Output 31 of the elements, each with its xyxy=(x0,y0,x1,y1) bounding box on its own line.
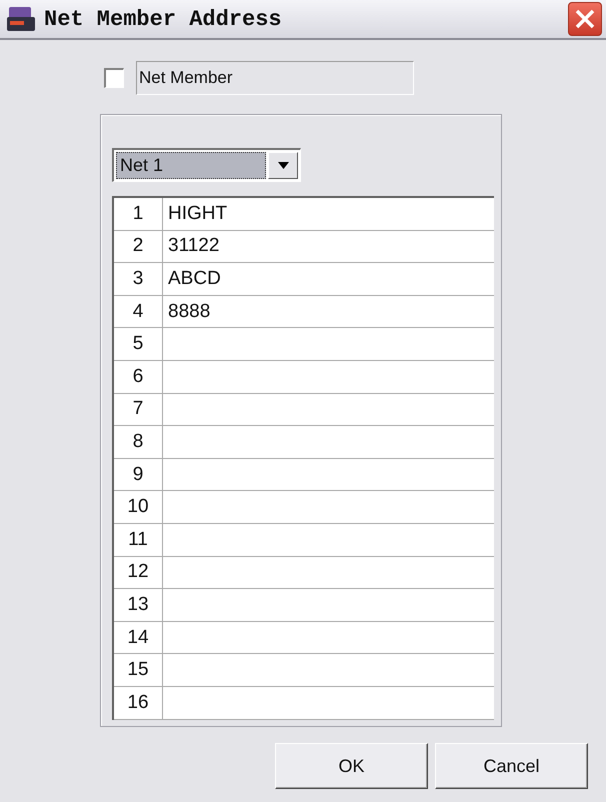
row-number: 13 xyxy=(114,589,163,621)
checkbox-label: Net Member xyxy=(136,61,414,95)
row-number: 15 xyxy=(114,654,163,686)
row-number: 7 xyxy=(114,394,163,426)
dropdown-button[interactable] xyxy=(268,152,298,179)
row-number: 1 xyxy=(114,198,163,230)
row-number: 4 xyxy=(114,296,163,328)
table-cell[interactable]: 31122 xyxy=(163,230,494,262)
row-number: 8 xyxy=(114,426,163,458)
window-title: Net Member Address xyxy=(44,6,283,32)
table-cell[interactable]: 8888 xyxy=(163,296,494,328)
checkbox[interactable] xyxy=(104,68,124,88)
close-icon xyxy=(574,8,596,30)
cancel-button[interactable]: Cancel xyxy=(435,743,588,789)
ok-button[interactable]: OK xyxy=(275,743,428,789)
caret-icon xyxy=(278,162,288,169)
row-number: 5 xyxy=(114,328,163,360)
row-number: 16 xyxy=(114,686,163,718)
row-number: 12 xyxy=(114,556,163,588)
row-number: 9 xyxy=(114,458,163,490)
net-dropdown[interactable]: Net 1 xyxy=(112,148,301,182)
row-number: 6 xyxy=(114,360,163,393)
row-number: 10 xyxy=(114,491,163,523)
row-number: 11 xyxy=(114,524,163,556)
close-button[interactable] xyxy=(568,2,602,36)
row-number: 2 xyxy=(114,230,163,262)
row-number: 3 xyxy=(114,263,163,295)
table-cell[interactable]: ABCD xyxy=(163,263,494,295)
table-cell[interactable]: HIGHT xyxy=(163,198,494,230)
row-number: 14 xyxy=(114,622,163,654)
app-icon xyxy=(6,5,36,33)
